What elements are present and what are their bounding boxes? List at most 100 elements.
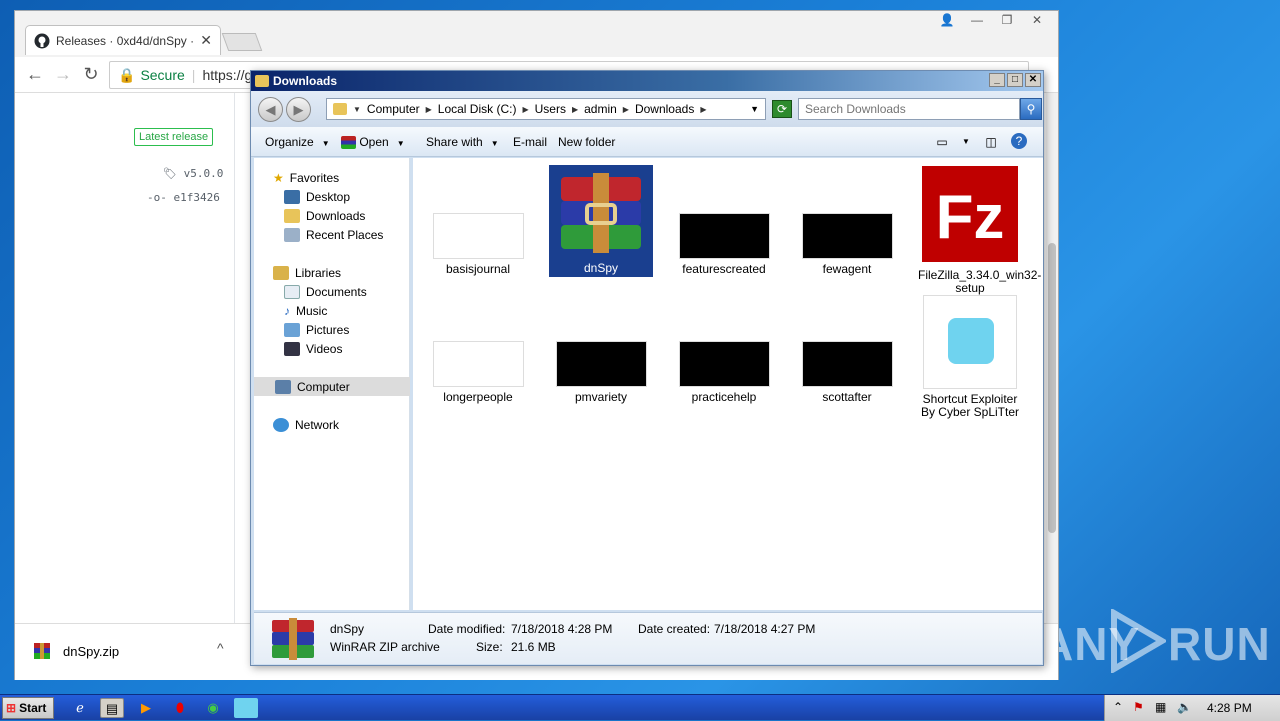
action-center-icon[interactable]: ⚑ [1133,700,1144,714]
crumb-local-disk[interactable]: Local Disk (C:) [438,102,517,116]
file-item[interactable]: featurescreated [672,213,776,276]
chevron-up-icon[interactable]: ^ [217,640,224,656]
nav-network[interactable]: Network [273,415,339,434]
nav-computer[interactable]: Computer [254,377,410,396]
page-scrollbar[interactable] [1046,93,1058,623]
crumb-arrow-icon[interactable]: ▶ [522,105,528,114]
close-icon[interactable]: ✕ [1024,11,1050,29]
nav-favorites[interactable]: ★ Favorites [273,168,339,187]
crumb-arrow-icon[interactable]: ▶ [623,105,629,114]
crumb-computer[interactable]: Computer [367,102,420,116]
crumb-arrow-icon[interactable]: ▶ [700,105,706,114]
crumb-arrow-icon[interactable]: ▶ [572,105,578,114]
release-tag[interactable]: 🏷 v5.0.0 [163,167,223,180]
chrome-icon[interactable]: ◉ [201,698,225,718]
command-bar: Organize ▼ Open ▼ Share with ▼ E-mail New f… [251,127,1043,157]
close-icon[interactable]: ✕ [1025,73,1041,87]
opera-icon[interactable]: ⬮ [168,698,192,718]
show-hidden-icons-icon[interactable]: ⌃ [1113,700,1123,714]
download-item[interactable]: dnSpy.zip ^ [33,640,224,660]
organize-button[interactable]: Organize ▼ [265,135,330,149]
minimize-icon[interactable]: — [964,11,990,29]
reload-icon[interactable]: ↻ [77,64,105,85]
release-commit[interactable]: -o- e1f3426 [147,191,220,204]
new-tab-button[interactable] [221,33,263,51]
maximize-icon[interactable]: □ [1007,73,1023,87]
email-button[interactable]: E-mail [513,135,547,149]
forward-icon[interactable]: → [49,64,77,85]
browser-tab[interactable]: Releases · 0xd4d/dnSpy · G ✕ [25,25,221,55]
crumb-admin[interactable]: admin [584,102,617,116]
file-item[interactable]: Fz FileZilla_3.34.0_win32-setup [918,166,1041,295]
back-icon[interactable]: ← [21,64,49,85]
address-dropdown-icon[interactable]: ▼ [750,104,759,114]
change-view-icon[interactable]: ▭ [933,133,951,151]
winrar-archive-icon [561,173,641,253]
scrollbar-thumb[interactable] [1048,243,1056,533]
file-item[interactable]: fewagent [795,213,899,276]
minimize-icon[interactable]: _ [989,73,1005,87]
profile-icon[interactable]: 👤 [934,11,960,29]
nav-libraries[interactable]: Libraries [273,263,341,282]
file-thumbnail [432,341,524,387]
nav-music[interactable]: ♪ Music [284,301,327,320]
nav-label: Network [295,417,340,432]
nav-label: Computer [297,379,350,394]
file-item[interactable]: practicehelp [672,341,776,404]
crumb-users[interactable]: Users [535,102,566,116]
preview-pane-icon[interactable]: ◫ [982,133,1000,151]
crumb-arrow-icon[interactable]: ▼ [353,105,361,114]
nav-recent-places[interactable]: Recent Places [284,225,383,244]
nav-documents[interactable]: Documents [284,282,367,301]
file-item[interactable]: longerpeople [426,341,530,404]
commit-label: e1f3426 [173,191,220,204]
system-tray: ⌃ ⚑ ▦ 🔈 4:28 PM [1104,695,1280,721]
nav-label: Documents [306,284,367,299]
sidebar-divider [234,93,235,623]
network-tray-icon[interactable]: ▦ [1155,700,1166,714]
tag-label: v5.0.0 [183,167,224,180]
search-icon[interactable]: ⚲ [1020,98,1042,120]
search-input[interactable] [798,98,1020,120]
nav-videos[interactable]: Videos [284,339,342,358]
volume-icon[interactable]: 🔈 [1177,700,1192,714]
file-item[interactable]: Shortcut Exploiter By Cyber SpLiTter [918,295,1022,419]
breadcrumb[interactable]: ▼ Computer ▶ Local Disk (C:) ▶ Users ▶ a… [326,98,766,120]
open-button[interactable]: Open ▼ [341,135,405,150]
file-item[interactable]: basisjournal [426,213,530,276]
refresh-icon[interactable]: ⟳ [772,100,792,118]
nav-label: Pictures [306,322,350,337]
view-dropdown-icon[interactable]: ▼ [957,133,975,151]
clock[interactable]: 4:28 PM [1207,701,1252,715]
organize-label: Organize [265,135,314,149]
forward-icon[interactable]: ▶ [286,97,311,122]
internet-explorer-icon[interactable]: ℯ [68,698,92,718]
file-item-selected[interactable]: dnSpy [549,165,653,277]
crumb-downloads[interactable]: Downloads [635,102,694,116]
share-with-button[interactable]: Share with ▼ [426,135,499,149]
explorer-titlebar[interactable]: Downloads _ □ ✕ [251,71,1043,91]
file-thumbnail [678,213,770,259]
file-name: longerpeople [443,390,513,404]
file-item[interactable]: pmvariety [549,341,653,404]
github-icon [34,33,50,48]
explorer-taskbar-icon[interactable]: ▤ [100,698,124,718]
media-player-icon[interactable]: ▶ [134,698,158,718]
crumb-arrow-icon[interactable]: ▶ [426,105,432,114]
filezilla-icon: Fz [922,166,1018,262]
help-icon[interactable]: ? [1011,133,1027,149]
shortcut-exploiter-taskbar-icon[interactable] [234,698,258,718]
nav-desktop[interactable]: Desktop [284,187,350,206]
winrar-archive-icon [272,618,314,660]
back-icon[interactable]: ◀ [258,97,283,122]
nav-downloads[interactable]: Downloads [284,206,365,225]
restore-icon[interactable]: ❐ [994,11,1020,29]
details-modified-value: 7/18/2018 4:28 PM [511,622,613,636]
close-tab-icon[interactable]: ✕ [200,32,212,49]
svg-text:Fz: Fz [936,183,1005,252]
details-created-label: Date created: [638,622,711,636]
new-folder-button[interactable]: New folder [558,135,615,149]
start-button[interactable]: ⊞ Start [2,697,54,719]
file-item[interactable]: scottafter [795,341,899,404]
nav-pictures[interactable]: Pictures [284,320,349,339]
